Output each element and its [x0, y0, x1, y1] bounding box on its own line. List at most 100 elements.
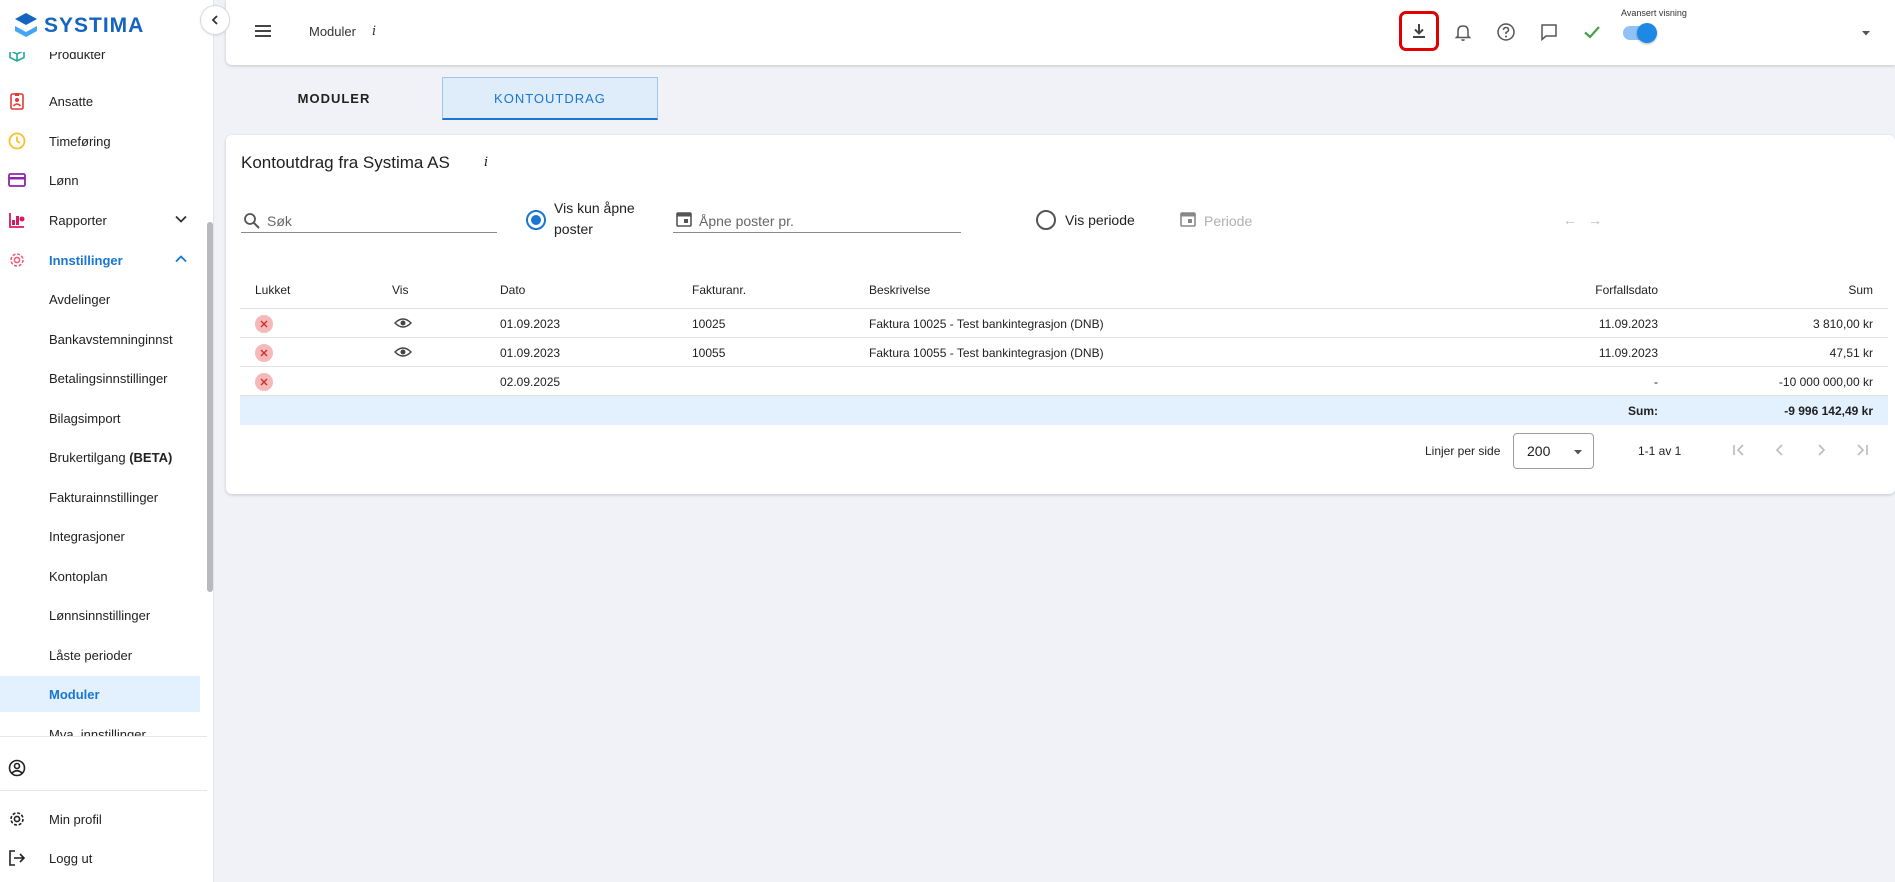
bell-icon: [1454, 25, 1472, 41]
cell-dato: 01.09.2023: [500, 346, 561, 360]
sidebar-subitem-label: Bankavstemninginnst: [49, 331, 173, 347]
sidebar-item-logg-ut[interactable]: Logg ut: [0, 840, 200, 876]
close-icon[interactable]: [255, 344, 273, 362]
card-icon: [7, 170, 27, 190]
sidebar-item-produkter[interactable]: Produkter: [0, 52, 200, 72]
sidebar-item-ansatte[interactable]: Ansatte: [0, 83, 200, 119]
sidebar-subitem-moduler[interactable]: Moduler: [0, 676, 200, 712]
search-placeholder: Søk: [267, 213, 292, 229]
next-page-button[interactable]: [1811, 440, 1831, 460]
toggle-knob[interactable]: [1637, 23, 1657, 43]
close-icon[interactable]: [255, 373, 273, 391]
col-header-sum[interactable]: Sum: [1773, 283, 1873, 297]
sidebar-item-timeforing[interactable]: Timeføring: [0, 123, 200, 159]
sidebar-scrollbar[interactable]: [207, 222, 213, 592]
caret-down-icon: [1574, 450, 1582, 455]
rows-per-page-select[interactable]: 200: [1513, 433, 1594, 469]
sidebar-subitem-laste-perioder[interactable]: Låste perioder: [0, 637, 200, 673]
period-placeholder: Periode: [1204, 213, 1253, 229]
eye-icon[interactable]: [394, 316, 412, 333]
card-title: Kontoutdrag fra Systima AS: [241, 153, 450, 172]
divider: [0, 736, 207, 737]
brukertilgang-text: Brukertilgang: [49, 449, 130, 465]
sidebar-subitem-label: Låste perioder: [49, 647, 133, 663]
col-header-beskrivelse[interactable]: Beskrivelse: [869, 283, 930, 297]
open-items-date-placeholder: Åpne poster pr.: [699, 213, 794, 229]
sidebar-item-label: Lønn: [49, 172, 79, 188]
col-header-forfallsdato[interactable]: Forfallsdato: [1538, 283, 1658, 297]
sidebar-subitem-label: Lønnsinnstillinger: [49, 607, 151, 623]
sidebar-subitem-avdelinger[interactable]: Avdelinger: [0, 281, 200, 317]
systima-logo[interactable]: SYSTIMA: [14, 12, 144, 40]
sidebar-item-label: Produkter: [49, 52, 106, 62]
arrow-right-icon[interactable]: →: [1588, 212, 1602, 228]
sidebar-item-label: Innstillinger: [49, 252, 123, 268]
sidebar-item-innstillinger[interactable]: Innstillinger: [0, 242, 200, 278]
notifications-button[interactable]: [1450, 19, 1476, 45]
calendar-icon: [676, 212, 692, 227]
search-input[interactable]: Søk: [241, 207, 497, 233]
caret-down-icon: [1862, 31, 1870, 36]
rows-per-page-value: 200: [1527, 443, 1551, 459]
col-header-vis[interactable]: Vis: [392, 283, 408, 297]
beta-tag: (BETA): [129, 449, 173, 465]
tab-kontoutdrag[interactable]: KONTOUTDRAG: [442, 77, 658, 120]
info-icon[interactable]: i: [372, 24, 376, 39]
sidebar-subitem-lonnsinnstillinger[interactable]: Lønnsinnstillinger: [0, 597, 200, 633]
radio-period-label: Vis periode: [1065, 212, 1135, 228]
sidebar-item-lonn[interactable]: Lønn: [0, 162, 200, 198]
sidebar-item-label: Timeføring: [49, 133, 111, 149]
download-button[interactable]: [1399, 11, 1439, 51]
menu-button[interactable]: [252, 20, 274, 42]
col-header-lukket[interactable]: Lukket: [255, 283, 290, 297]
info-icon[interactable]: i: [484, 155, 488, 170]
sidebar-subitem-label: Moduler: [49, 686, 100, 702]
sidebar-subitem-bankavstemning[interactable]: Bankavstemninginnst: [0, 321, 200, 357]
cell-sum: 47,51 kr: [1829, 346, 1873, 360]
radio-label-line-2: poster: [554, 221, 593, 237]
sum-value: -9 996 142,49 kr: [1784, 404, 1873, 418]
sidebar-item-min-profil[interactable]: Min profil: [0, 801, 200, 837]
sidebar-subitem-label: Bilagsimport: [49, 410, 121, 426]
user-menu-caret[interactable]: [1860, 26, 1872, 44]
sidebar-item-rapporter[interactable]: Rapporter: [0, 202, 200, 238]
col-header-fakturanr[interactable]: Fakturanr.: [692, 283, 746, 297]
open-items-date-field[interactable]: Åpne poster pr.: [673, 207, 961, 233]
account-circle-icon: [7, 758, 27, 778]
table-row: 01.09.2023 10055 Faktura 10055 - Test ba…: [240, 338, 1888, 367]
hamburger-icon: [255, 25, 271, 37]
sidebar-subitem-betalingsinnstillinger[interactable]: Betalingsinnstillinger: [0, 360, 200, 396]
check-icon: [1584, 26, 1600, 39]
cell-forfallsdato: 11.09.2023: [1598, 346, 1658, 360]
logout-icon: [7, 848, 27, 868]
last-page-icon: [1857, 444, 1868, 456]
feedback-button[interactable]: [1536, 19, 1562, 45]
sidebar-subitem-integrasjoner[interactable]: Integrasjoner: [0, 518, 200, 554]
cell-fakturanr: 10055: [692, 346, 726, 360]
radio-period[interactable]: [1036, 210, 1056, 230]
cell-dato: 02.09.2025: [500, 375, 561, 389]
last-page-button[interactable]: [1852, 440, 1872, 460]
sidebar-subitem-brukertilgang[interactable]: Brukertilgang (BETA): [0, 439, 200, 475]
account-item[interactable]: [0, 750, 200, 786]
advanced-view-label: Avansert visning: [1621, 8, 1687, 18]
tab-moduler[interactable]: MODULER: [226, 77, 442, 120]
sidebar-subitem-kontoplan[interactable]: Kontoplan: [0, 558, 200, 594]
sidebar-subitem-fakturainnstillinger[interactable]: Fakturainnstillinger: [0, 479, 200, 515]
col-header-dato[interactable]: Dato: [500, 283, 525, 297]
collapse-sidebar-button[interactable]: [200, 5, 230, 35]
radio-open-items[interactable]: [526, 210, 546, 230]
radio-open-items-label: Vis kun åpne poster: [554, 198, 635, 240]
sidebar-subitem-mva[interactable]: Mva. innstillinger: [0, 716, 200, 737]
eye-icon[interactable]: [394, 345, 412, 362]
first-page-button[interactable]: [1729, 440, 1749, 460]
prev-page-button[interactable]: [1770, 440, 1790, 460]
cell-beskrivelse: Faktura 10025 - Test bankintegrasjon (DN…: [869, 317, 1104, 331]
help-button[interactable]: [1493, 19, 1519, 45]
arrow-left-icon[interactable]: ←: [1563, 212, 1577, 228]
close-icon[interactable]: [255, 315, 273, 333]
sidebar-subitem-bilagsimport[interactable]: Bilagsimport: [0, 400, 200, 436]
gear-icon: [7, 250, 27, 270]
divider: [0, 790, 207, 791]
chevron-right-icon: [1818, 444, 1826, 456]
